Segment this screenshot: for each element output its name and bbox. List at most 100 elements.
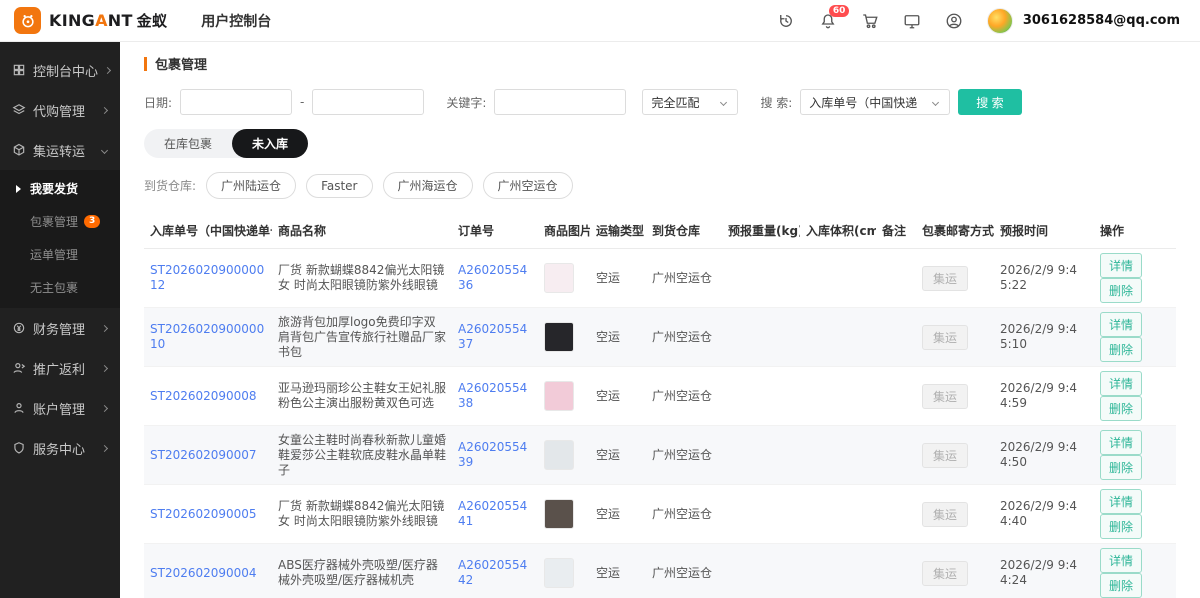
match-select[interactable]: 完全匹配 — [642, 89, 738, 115]
warehouse-pill[interactable]: 广州空运仓 — [483, 172, 573, 199]
inbound-no-link[interactable]: ST202602090005 — [150, 507, 257, 521]
inbound-no-link[interactable]: ST202602090008 — [150, 389, 257, 403]
tab-not-in-warehouse[interactable]: 未入库 — [232, 129, 308, 158]
sidebar-subitem-i-want-to-ship[interactable]: 我要发货 — [0, 172, 120, 205]
forecast-time-cell: 2026/2/9 9:44:24 — [994, 544, 1094, 598]
app-title: 用户控制台 — [201, 11, 271, 31]
brand-part2: NT — [108, 11, 133, 30]
detail-button[interactable]: 详情 — [1100, 371, 1142, 396]
sidebar-item-promotion[interactable]: 推广返利 — [0, 348, 120, 388]
sidebar-subitem-label: 包裹管理 — [30, 213, 78, 230]
sidebar-item-label: 控制台中心 — [33, 61, 98, 80]
sidebar-item-console-center[interactable]: 控制台中心 — [0, 50, 120, 90]
consolidate-button[interactable]: 集运 — [922, 384, 968, 409]
sidebar-item-purchasing[interactable]: 代购管理 — [0, 90, 120, 130]
inbound-no-link[interactable]: ST202602090007 — [150, 448, 257, 462]
order-no-link[interactable]: A2602055441 — [458, 499, 527, 528]
product-image[interactable] — [544, 440, 574, 470]
search-type-select[interactable]: 入库单号（中国快递 — [800, 89, 950, 115]
consolidate-button[interactable]: 集运 — [922, 561, 968, 586]
column-header: 入库体积(cm) — [800, 213, 876, 249]
date-to-input[interactable] — [312, 89, 424, 115]
warehouse-label: 到货仓库: — [144, 177, 196, 194]
history-icon[interactable] — [777, 12, 795, 30]
sidebar-subitem-package-management[interactable]: 包裹管理 3 — [0, 205, 120, 238]
chevron-down-icon — [932, 98, 939, 105]
warehouse-cell: 广州空运仓 — [646, 249, 722, 308]
sidebar-item-finance[interactable]: 财务管理 — [0, 308, 120, 348]
column-header: 包裹邮寄方式 — [916, 213, 994, 249]
detail-button[interactable]: 详情 — [1100, 430, 1142, 455]
layers-icon — [12, 103, 26, 117]
detail-button[interactable]: 详情 — [1100, 489, 1142, 514]
product-image[interactable] — [544, 322, 574, 352]
warehouse-cell: 广州空运仓 — [646, 485, 722, 544]
box-icon — [12, 143, 26, 157]
tab-in-warehouse[interactable]: 在库包裹 — [144, 129, 232, 158]
product-image[interactable] — [544, 499, 574, 529]
table-header: 入库单号（中国快递单号） 商品名称 订单号 商品图片 运输类型 到货仓库 预报重… — [144, 213, 1176, 249]
sidebar-subitem-label: 运单管理 — [30, 246, 78, 263]
warehouse-cell: 广州空运仓 — [646, 544, 722, 598]
sidebar-subitem-waybill-management[interactable]: 运单管理 — [0, 238, 120, 271]
forecast-time-cell: 2026/2/9 9:44:50 — [994, 426, 1094, 485]
consolidate-button[interactable]: 集运 — [922, 443, 968, 468]
product-image[interactable] — [544, 263, 574, 293]
date-label: 日期: — [144, 94, 172, 111]
remark-cell — [876, 367, 916, 426]
warehouse-pill[interactable]: 广州陆运仓 — [206, 172, 296, 199]
order-no-link[interactable]: A2602055437 — [458, 322, 527, 351]
sidebar: 控制台中心 代购管理 集运转运 我要发货 包裹管理 3 运单管理 无主包裹 财务… — [0, 42, 120, 598]
order-no-link[interactable]: A2602055442 — [458, 558, 527, 587]
person-icon — [12, 401, 26, 415]
weight-cell — [722, 308, 800, 367]
inbound-no-link[interactable]: ST202602090004 — [150, 566, 257, 580]
inbound-no-link[interactable]: ST202602090000010 — [150, 322, 264, 351]
remark-cell — [876, 485, 916, 544]
detail-button[interactable]: 详情 — [1100, 253, 1142, 278]
consolidate-button[interactable]: 集运 — [922, 266, 968, 291]
chevron-down-icon — [720, 98, 727, 105]
delete-button[interactable]: 删除 — [1100, 455, 1142, 480]
table-row: ST202602090004 ABS医疗器械外壳吸塑/医疗器械外壳吸塑/医疗器械… — [144, 544, 1176, 598]
date-from-input[interactable] — [180, 89, 292, 115]
warehouse-pill[interactable]: Faster — [306, 174, 372, 198]
product-image[interactable] — [544, 381, 574, 411]
remark-cell — [876, 249, 916, 308]
detail-button[interactable]: 详情 — [1100, 312, 1142, 337]
sidebar-item-label: 账户管理 — [33, 399, 95, 418]
search-button[interactable]: 搜 索 — [958, 89, 1021, 115]
sidebar-subitem-unclaimed-packages[interactable]: 无主包裹 — [0, 271, 120, 304]
page-title-text: 包裹管理 — [155, 54, 207, 73]
sidebar-item-account[interactable]: 账户管理 — [0, 388, 120, 428]
delete-button[interactable]: 删除 — [1100, 278, 1142, 303]
volume-cell — [800, 367, 876, 426]
product-image[interactable] — [544, 558, 574, 588]
delete-button[interactable]: 删除 — [1100, 337, 1142, 362]
transport-type-cell: 空运 — [590, 544, 646, 598]
order-no-link[interactable]: A2602055439 — [458, 440, 527, 469]
user-circle-icon[interactable] — [945, 12, 963, 30]
monitor-icon[interactable] — [903, 12, 921, 30]
package-status-tabs: 在库包裹 未入库 — [144, 129, 308, 158]
cart-icon[interactable] — [861, 12, 879, 30]
page-title: 包裹管理 — [144, 54, 1176, 73]
consolidate-button[interactable]: 集运 — [922, 502, 968, 527]
delete-button[interactable]: 删除 — [1100, 573, 1142, 598]
table-row: ST202602090000010 旅游背包加厚logo免费印字双肩背包广告宣传… — [144, 308, 1176, 367]
column-header: 订单号 — [452, 213, 538, 249]
delete-button[interactable]: 删除 — [1100, 514, 1142, 539]
delete-button[interactable]: 删除 — [1100, 396, 1142, 421]
order-no-link[interactable]: A2602055436 — [458, 263, 527, 292]
order-no-link[interactable]: A2602055438 — [458, 381, 527, 410]
avatar[interactable] — [987, 8, 1013, 34]
sidebar-item-freight[interactable]: 集运转运 — [0, 130, 120, 170]
notification-bell-icon[interactable]: 60 — [819, 12, 837, 30]
inbound-no-link[interactable]: ST202602090000012 — [150, 263, 264, 292]
keyword-input[interactable] — [494, 89, 626, 115]
warehouse-pill[interactable]: 广州海运仓 — [383, 172, 473, 199]
consolidate-button[interactable]: 集运 — [922, 325, 968, 350]
detail-button[interactable]: 详情 — [1100, 548, 1142, 573]
sidebar-item-service[interactable]: 服务中心 — [0, 428, 120, 468]
sidebar-subitem-label: 我要发货 — [30, 180, 78, 197]
